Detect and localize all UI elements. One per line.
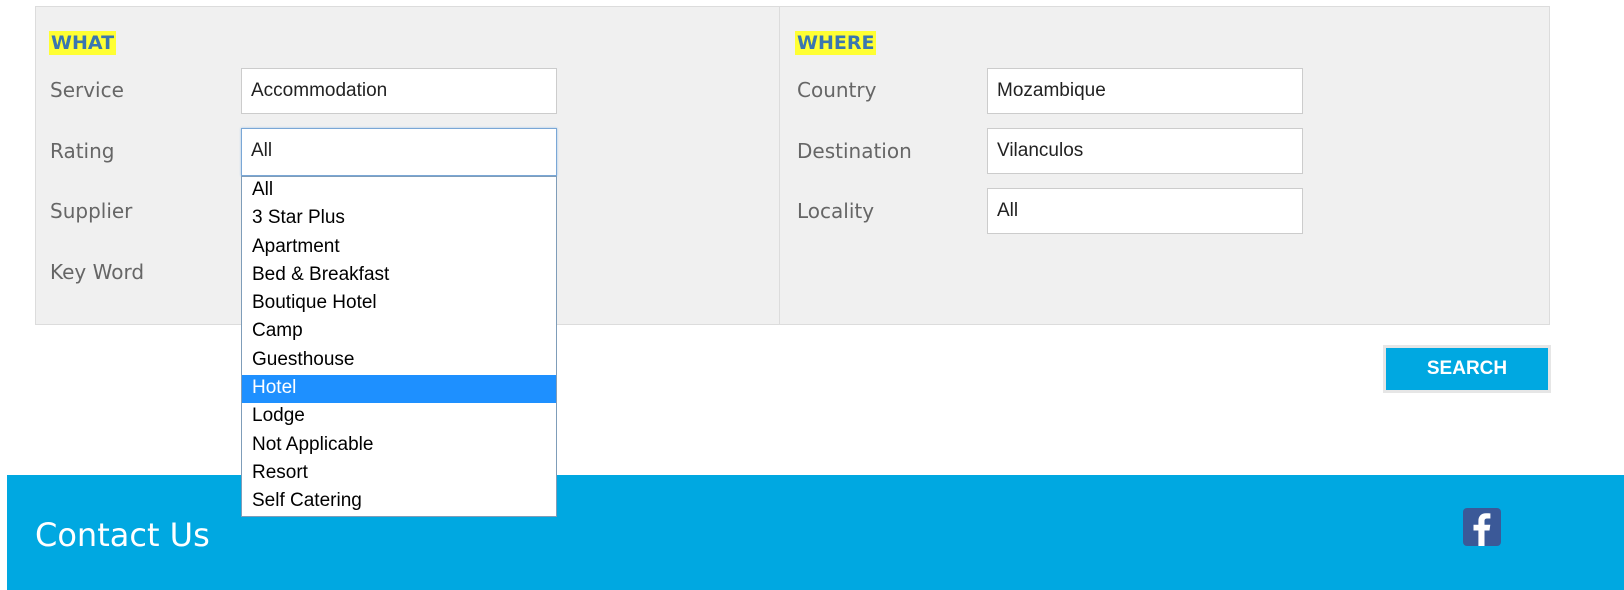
service-label: Service [50, 78, 124, 102]
rating-dropdown-list: All 3 Star Plus Apartment Bed & Breakfas… [241, 176, 557, 517]
dropdown-option[interactable]: Apartment [242, 234, 556, 262]
dropdown-option[interactable]: Camp [242, 318, 556, 346]
dropdown-option[interactable]: Bed & Breakfast [242, 262, 556, 290]
dropdown-option[interactable]: Not Applicable [242, 432, 556, 460]
rating-label: Rating [50, 139, 115, 163]
page: WHAT Service Accommodation Rating All Su… [0, 0, 1624, 590]
dropdown-option[interactable]: Boutique Hotel [242, 290, 556, 318]
what-heading: WHAT [49, 31, 117, 55]
dropdown-option[interactable]: All [242, 177, 556, 205]
rating-select[interactable]: All [241, 128, 557, 176]
dropdown-option[interactable]: 3 Star Plus [242, 205, 556, 233]
destination-label: Destination [797, 139, 912, 163]
dropdown-option[interactable]: Resort [242, 460, 556, 488]
facebook-icon[interactable] [1463, 508, 1501, 546]
locality-field[interactable]: All [987, 188, 1303, 234]
locality-label: Locality [797, 199, 875, 223]
country-field[interactable]: Mozambique [987, 68, 1303, 114]
dropdown-option-highlighted[interactable]: Hotel [242, 375, 556, 404]
service-field[interactable]: Accommodation [241, 68, 557, 114]
footer-title: Contact Us [35, 516, 210, 554]
where-heading: WHERE [795, 31, 877, 55]
dropdown-option[interactable]: Self Catering [242, 488, 556, 516]
search-button[interactable]: SEARCH [1383, 345, 1551, 393]
destination-field[interactable]: Vilanculos [987, 128, 1303, 174]
supplier-label: Supplier [50, 199, 133, 223]
country-label: Country [797, 78, 877, 102]
dropdown-option[interactable]: Guesthouse [242, 347, 556, 375]
keyword-label: Key Word [50, 260, 145, 284]
dropdown-option[interactable]: Lodge [242, 403, 556, 431]
panel-divider [779, 6, 780, 325]
